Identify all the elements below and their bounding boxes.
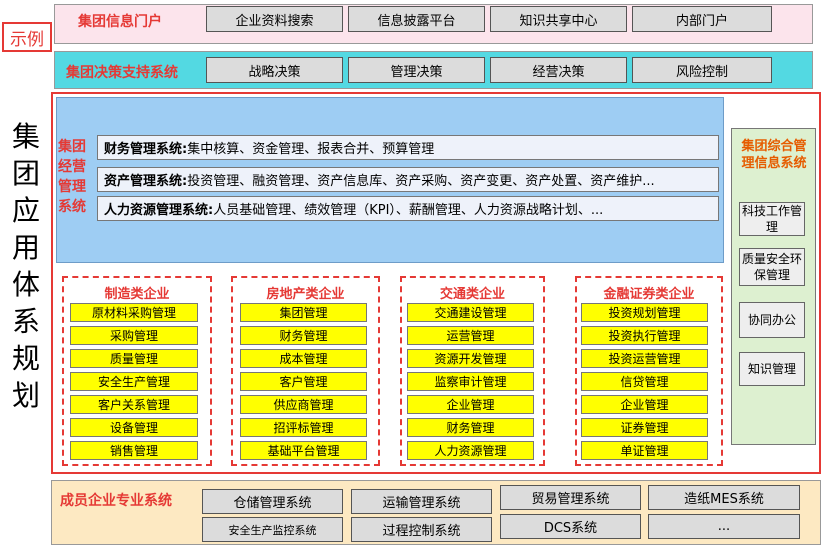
- re-item-5[interactable]: 供应商管理: [240, 395, 367, 414]
- example-label: 示例: [2, 22, 52, 52]
- member-item-dcs[interactable]: DCS系统: [500, 514, 641, 539]
- industry-finance-title: 金融证券类企业: [603, 287, 695, 302]
- member-item-warehouse[interactable]: 仓储管理系统: [202, 489, 343, 514]
- fin-item-1[interactable]: 投资规划管理: [581, 303, 708, 322]
- group-portal-title: 集团信息门户: [78, 14, 162, 30]
- fin-item-2[interactable]: 投资执行管理: [581, 326, 708, 345]
- integrated-item-office[interactable]: 协同办公: [739, 302, 805, 338]
- hr-system-row[interactable]: 人力资源管理系统: 人员基础管理、绩效管理（KPI）、薪酬管理、人力资源战略计划…: [97, 196, 719, 221]
- mfg-item-5[interactable]: 客户关系管理: [70, 395, 198, 414]
- finance-system-row[interactable]: 财务管理系统: 集中核算、资金管理、报表合并、预算管理: [97, 135, 719, 160]
- re-item-6[interactable]: 招评标管理: [240, 418, 367, 437]
- decision-item-strategy[interactable]: 战略决策: [206, 57, 343, 83]
- integrated-mgmt-panel: [731, 128, 816, 445]
- mfg-item-4[interactable]: 安全生产管理: [70, 372, 198, 391]
- mfg-item-3[interactable]: 质量管理: [70, 349, 198, 368]
- mfg-item-6[interactable]: 设备管理: [70, 418, 198, 437]
- finance-system-detail: 集中核算、资金管理、报表合并、预算管理: [187, 142, 435, 157]
- portal-item-intranet[interactable]: 内部门户: [632, 6, 772, 32]
- member-item-more[interactable]: ...: [648, 514, 800, 539]
- fin-item-3[interactable]: 投资运营管理: [581, 349, 708, 368]
- vertical-title: 集团应用体系规划: [11, 120, 40, 412]
- tr-item-4[interactable]: 监察审计管理: [407, 372, 534, 391]
- integrated-mgmt-title: 集团综合管理信息系统: [741, 139, 807, 171]
- integrated-item-knowledge[interactable]: 知识管理: [739, 352, 805, 386]
- tr-item-2[interactable]: 运营管理: [407, 326, 534, 345]
- member-systems-title: 成员企业专业系统: [60, 493, 172, 509]
- hr-system-name: 人力资源管理系统:: [104, 203, 214, 218]
- member-item-safety-monitor[interactable]: 安全生产监控系统: [202, 517, 343, 542]
- member-item-process-control[interactable]: 过程控制系统: [351, 517, 492, 542]
- re-item-7[interactable]: 基础平台管理: [240, 441, 367, 460]
- tr-item-7[interactable]: 人力资源管理: [407, 441, 534, 460]
- industry-real-estate-title: 房地产类企业: [266, 287, 345, 302]
- fin-item-4[interactable]: 信贷管理: [581, 372, 708, 391]
- decision-item-management[interactable]: 管理决策: [348, 57, 485, 83]
- tr-item-1[interactable]: 交通建设管理: [407, 303, 534, 322]
- tr-item-6[interactable]: 财务管理: [407, 418, 534, 437]
- asset-system-detail: 投资管理、融资管理、资产信息库、资产采购、资产变更、资产处置、资产维护...: [187, 174, 655, 189]
- fin-item-6[interactable]: 证券管理: [581, 418, 708, 437]
- portal-item-search[interactable]: 企业资料搜索: [206, 6, 343, 32]
- finance-system-name: 财务管理系统:: [104, 142, 188, 157]
- fin-item-7[interactable]: 单证管理: [581, 441, 708, 460]
- re-item-1[interactable]: 集团管理: [240, 303, 367, 322]
- decision-item-operation[interactable]: 经营决策: [490, 57, 627, 83]
- mfg-item-2[interactable]: 采购管理: [70, 326, 198, 345]
- hr-system-detail: 人员基础管理、绩效管理（KPI）、薪酬管理、人力资源战略计划、...: [213, 203, 604, 218]
- tr-item-3[interactable]: 资源开发管理: [407, 349, 534, 368]
- integrated-item-quality[interactable]: 质量安全环保管理: [739, 248, 805, 286]
- asset-system-name: 资产管理系统:: [104, 174, 188, 189]
- decision-item-risk[interactable]: 风险控制: [632, 57, 772, 83]
- operations-label: 集团经营管理系统: [58, 139, 86, 215]
- industry-transport-title: 交通类企业: [439, 287, 505, 302]
- portal-item-disclosure[interactable]: 信息披露平台: [348, 6, 485, 32]
- fin-item-5[interactable]: 企业管理: [581, 395, 708, 414]
- portal-item-knowledge[interactable]: 知识共享中心: [490, 6, 627, 32]
- member-item-transport[interactable]: 运输管理系统: [351, 489, 492, 514]
- re-item-2[interactable]: 财务管理: [240, 326, 367, 345]
- mfg-item-1[interactable]: 原材料采购管理: [70, 303, 198, 322]
- member-item-mes[interactable]: 造纸MES系统: [648, 485, 800, 510]
- member-item-trade[interactable]: 贸易管理系统: [500, 485, 641, 510]
- re-item-4[interactable]: 客户管理: [240, 372, 367, 391]
- re-item-3[interactable]: 成本管理: [240, 349, 367, 368]
- mfg-item-7[interactable]: 销售管理: [70, 441, 198, 460]
- industry-manufacturing-title: 制造类企业: [104, 287, 170, 302]
- integrated-item-tech[interactable]: 科技工作管理: [739, 202, 805, 236]
- asset-system-row[interactable]: 资产管理系统: 投资管理、融资管理、资产信息库、资产采购、资产变更、资产处置、资…: [97, 167, 719, 192]
- tr-item-5[interactable]: 企业管理: [407, 395, 534, 414]
- decision-support-title: 集团决策支持系统: [66, 65, 178, 81]
